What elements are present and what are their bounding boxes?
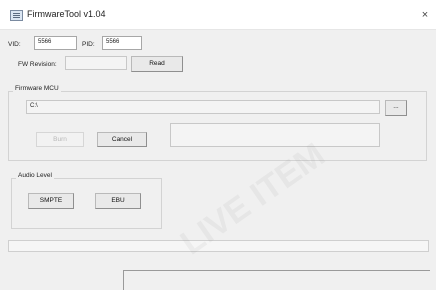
audio-level-legend: Audio Level — [16, 172, 54, 179]
firmware-mcu-legend: Firmware MCU — [13, 85, 61, 92]
vid-input[interactable]: 5566 — [34, 36, 77, 50]
fw-revision-label: FW Revision: — [18, 61, 57, 68]
pid-input[interactable]: 5566 — [102, 36, 142, 50]
fw-revision-field — [65, 56, 127, 70]
burn-status-field — [170, 123, 380, 147]
smpte-button[interactable]: SMPTE — [28, 193, 74, 209]
burn-button: Burn — [36, 132, 84, 147]
browse-button[interactable]: ... — [385, 100, 407, 116]
status-field — [123, 270, 430, 290]
firmware-path-field[interactable]: C:\ — [26, 100, 380, 114]
progress-bar — [8, 240, 429, 252]
close-icon[interactable]: × — [418, 8, 432, 22]
ebu-button[interactable]: EBU — [95, 193, 141, 209]
vid-label: VID: — [8, 41, 21, 48]
window-title: FirmwareTool v1.04 — [27, 9, 106, 19]
read-button[interactable]: Read — [131, 56, 183, 72]
pid-label: PID: — [82, 41, 95, 48]
cancel-button[interactable]: Cancel — [97, 132, 147, 147]
app-icon — [10, 10, 23, 21]
